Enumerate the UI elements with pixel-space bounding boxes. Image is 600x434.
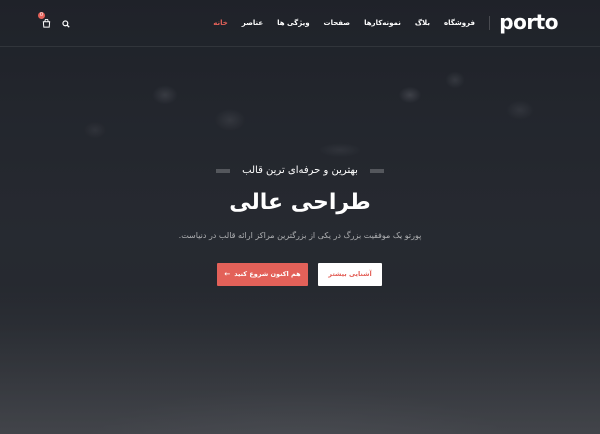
hero-subheading-row: بهترین و حرفه‌ای ترین قالب — [0, 164, 600, 178]
nav-item-elements[interactable]: عناصر — [242, 17, 263, 29]
logo[interactable]: porto — [499, 11, 558, 33]
search-button[interactable] — [60, 16, 72, 28]
hero-title: طراحی عالی — [229, 190, 371, 215]
learn-more-button[interactable]: آشنایی بیشتر — [318, 263, 382, 286]
cart-button[interactable]: 0 — [38, 12, 52, 28]
nav-item-features[interactable]: ویژگی ها — [277, 17, 309, 29]
nav-item-portfolio[interactable]: نمونه‌کارها — [364, 17, 401, 29]
subheading-line-left — [369, 169, 384, 173]
nav-item-pages[interactable]: صفحات — [324, 17, 351, 29]
subheading-line-right — [216, 169, 231, 173]
main-nav: خانه عناصر ویژگی ها صفحات نمونه‌کارها بل… — [213, 16, 490, 30]
hero-subheading: بهترین و حرفه‌ای ترین قالب — [242, 165, 358, 176]
arrow-left-icon: ← — [224, 270, 231, 278]
page: porto خانه عناصر ویژگی ها صفحات نمونه‌کا… — [0, 0, 600, 434]
header-icons: 0 — [38, 12, 72, 28]
site-header: porto خانه عناصر ویژگی ها صفحات نمونه‌کا… — [0, 0, 600, 47]
nav-item-home[interactable]: خانه — [213, 17, 228, 29]
hero-buttons: هم اکنون شروع کنید← آشنایی بیشتر — [0, 263, 600, 286]
nav-item-shop[interactable]: فروشگاه — [444, 17, 475, 29]
hero-description: پورتو یک موفقیت بزرگ در یکی از بزرگترین … — [178, 231, 422, 240]
get-started-label: هم اکنون شروع کنید — [234, 270, 301, 278]
nav-divider — [489, 16, 490, 30]
get-started-button[interactable]: هم اکنون شروع کنید← — [217, 263, 308, 286]
nav-item-blog[interactable]: بلاگ — [415, 17, 430, 29]
search-icon — [62, 13, 70, 32]
cart-count-badge: 0 — [38, 12, 45, 19]
